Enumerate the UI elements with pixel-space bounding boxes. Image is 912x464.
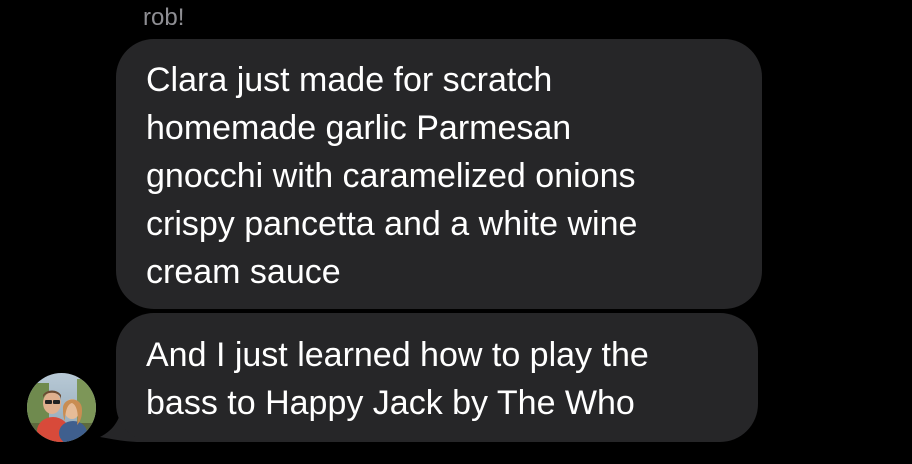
message-bubble[interactable]: Clara just made for scratch homemade gar… (116, 39, 762, 309)
contact-avatar-photo-icon (27, 373, 96, 442)
sender-name: rob! (143, 4, 185, 31)
avatar[interactable] (27, 373, 96, 442)
message-bubble[interactable]: And I just learned how to play the bass … (116, 313, 758, 442)
